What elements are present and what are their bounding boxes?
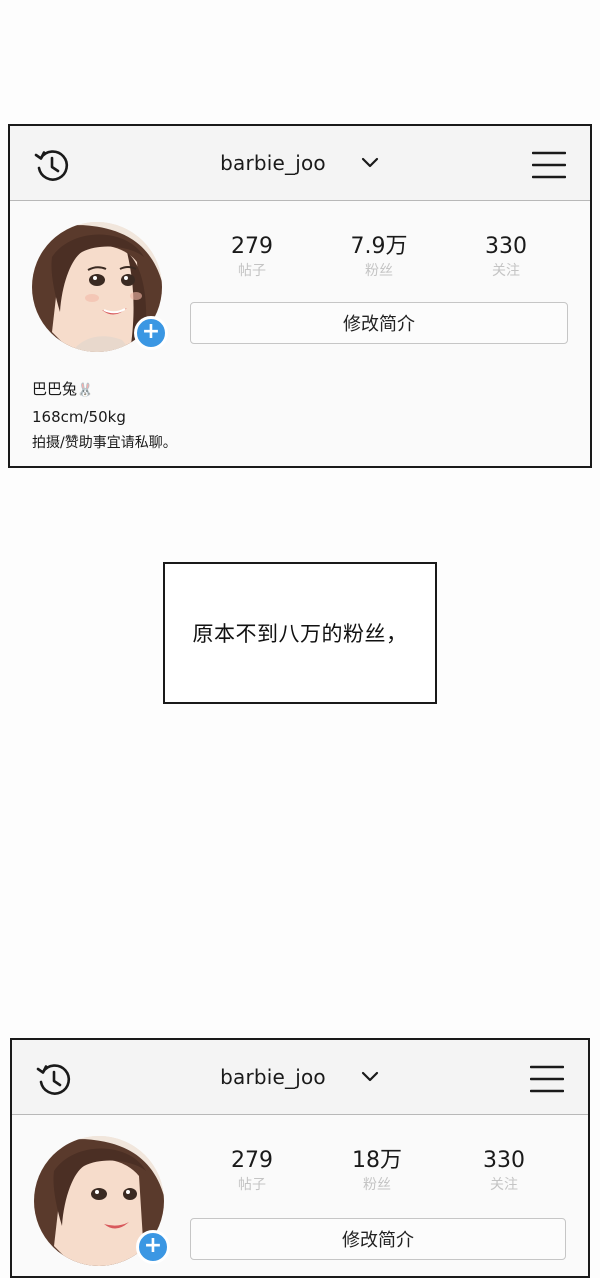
stat-label: 帖子 xyxy=(238,263,266,279)
edit-profile-button[interactable]: 修改简介 xyxy=(190,1218,566,1260)
rabbit-emoji-icon: 🐰 xyxy=(77,383,94,398)
stat-value: 330 xyxy=(485,234,527,259)
stat-posts[interactable]: 279 帖子 xyxy=(197,1148,307,1194)
profile-header: barbie_joo xyxy=(12,1040,588,1115)
add-story-button[interactable]: + xyxy=(134,316,168,350)
stat-label: 粉丝 xyxy=(365,263,393,279)
narration-caption: 原本不到八万的粉丝， xyxy=(163,562,437,704)
username: barbie_joo xyxy=(220,1065,326,1089)
stat-label: 关注 xyxy=(490,1177,518,1193)
bio-name-line: 巴巴兔🐰 xyxy=(32,376,177,404)
menu-icon[interactable] xyxy=(532,150,566,180)
add-icon: + xyxy=(141,319,161,344)
stat-value: 279 xyxy=(231,234,273,259)
profile-header: barbie_joo xyxy=(10,126,590,201)
edit-profile-button[interactable]: 修改简介 xyxy=(190,302,568,344)
account-switcher[interactable]: barbie_joo xyxy=(12,1040,588,1114)
profile-panel-2: barbie_joo + 279 帖子 18万 粉丝 330 关注 修改简介 xyxy=(10,1038,590,1278)
stat-label: 关注 xyxy=(492,263,520,279)
stat-label: 粉丝 xyxy=(363,1177,391,1193)
stat-followers[interactable]: 18万 粉丝 xyxy=(322,1148,432,1194)
menu-icon[interactable] xyxy=(530,1064,564,1094)
stat-value: 279 xyxy=(231,1148,273,1173)
bio-name: 巴巴兔 xyxy=(32,380,78,398)
add-story-button[interactable]: + xyxy=(136,1230,170,1264)
add-icon: + xyxy=(143,1233,163,1258)
stat-value: 330 xyxy=(483,1148,525,1173)
stat-followers[interactable]: 7.9万 粉丝 xyxy=(324,234,434,280)
stat-following[interactable]: 330 关注 xyxy=(451,234,561,280)
stat-label: 帖子 xyxy=(238,1177,266,1193)
username: barbie_joo xyxy=(220,151,326,175)
stat-following[interactable]: 330 关注 xyxy=(449,1148,559,1194)
chevron-down-icon xyxy=(361,1071,378,1082)
bio-contact: 拍摄/赞助事宜请私聊。 xyxy=(32,435,177,451)
stat-value: 7.9万 xyxy=(350,234,408,259)
stat-posts[interactable]: 279 帖子 xyxy=(197,234,307,280)
bio-measurements: 168cm/50kg xyxy=(32,408,126,426)
profile-panel-1: barbie_joo + 279 帖子 7.9万 粉丝 330 关注 修改简介 … xyxy=(8,124,592,468)
bio: 巴巴兔🐰 168cm/50kg 拍摄/赞助事宜请私聊。 xyxy=(32,376,177,456)
chevron-down-icon xyxy=(361,157,378,168)
account-switcher[interactable]: barbie_joo xyxy=(10,126,590,200)
stat-value: 18万 xyxy=(352,1148,402,1173)
